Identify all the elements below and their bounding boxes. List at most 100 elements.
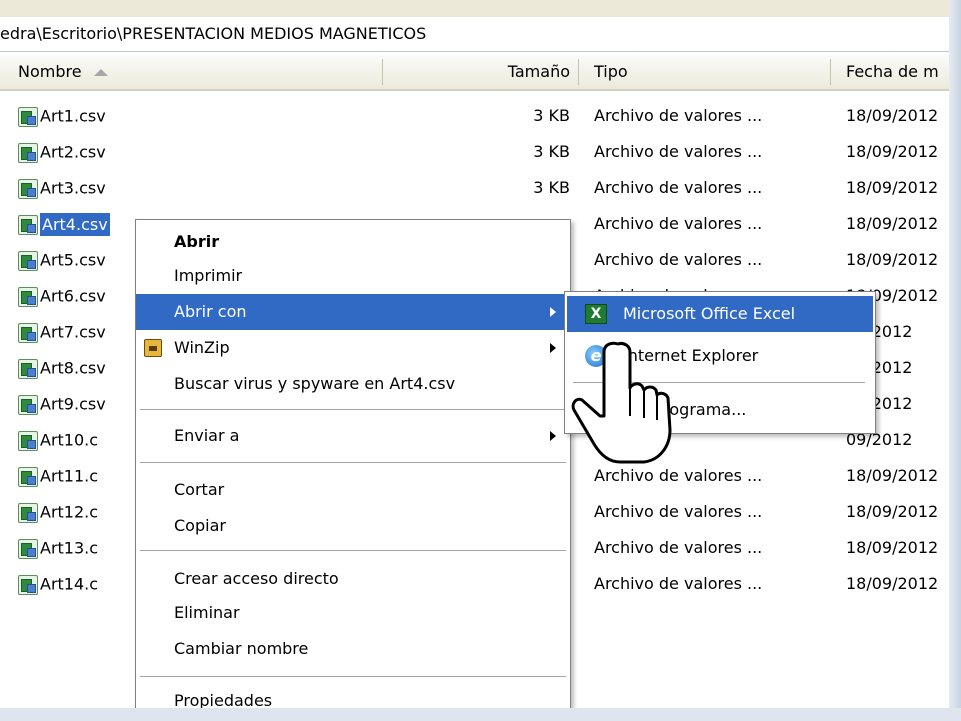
file-date: 18/09/2012 <box>846 214 939 233</box>
column-divider[interactable] <box>382 59 383 85</box>
menu-item-print[interactable]: Imprimir <box>136 258 570 294</box>
csv-file-icon <box>18 178 38 199</box>
menu-item-label: Abrir con <box>174 302 247 321</box>
csv-file-icon <box>18 538 38 559</box>
menu-item-label: Eliminar <box>174 603 240 622</box>
column-divider[interactable] <box>830 59 831 85</box>
file-name: Art10.c <box>40 430 99 450</box>
menu-item-label: Buscar virus y spyware en Art4.csv <box>174 374 456 393</box>
file-type: Archivo de valores ... <box>594 250 763 269</box>
file-name: Art14.c <box>40 574 99 594</box>
menu-item-rename[interactable]: Cambiar nombre <box>136 631 570 667</box>
menu-item-create-shortcut[interactable]: Crear acceso directo <box>136 561 570 597</box>
file-type: Archivo de valores ... <box>594 574 763 593</box>
file-date: 18/09/2012 <box>846 178 939 197</box>
window-edge <box>949 0 961 721</box>
file-type: Archivo de valores ... <box>594 502 763 521</box>
window-top-bar <box>0 0 949 18</box>
file-name: Art3.csv <box>40 178 106 198</box>
submenu-item-label: Microsoft Office Excel <box>623 304 796 323</box>
menu-item-label: Enviar a <box>174 426 240 445</box>
column-header-date[interactable]: Fecha de m <box>846 55 949 89</box>
menu-item-send-to[interactable]: Enviar a <box>136 418 570 454</box>
csv-file-icon <box>18 502 38 523</box>
file-date: 18/09/2012 <box>846 106 939 125</box>
submenu-item-excel[interactable]: X Microsoft Office Excel <box>567 296 873 332</box>
csv-file-icon <box>18 286 38 307</box>
column-type-label: Tipo <box>594 62 628 81</box>
file-name: Art9.csv <box>40 394 106 414</box>
csv-file-icon <box>18 250 38 271</box>
menu-item-label: Crear acceso directo <box>174 569 339 588</box>
menu-separator <box>140 409 566 410</box>
file-name: Art6.csv <box>40 286 106 306</box>
file-date: 18/09/2012 <box>846 466 939 485</box>
csv-file-icon <box>18 466 38 487</box>
address-path: edra\Escritorio\PRESENTACION MEDIOS MAGN… <box>0 24 427 43</box>
csv-file-icon <box>18 430 38 451</box>
file-name: Art4.csv <box>40 212 110 236</box>
submenu-arrow-icon <box>550 307 556 317</box>
hand-pointer-icon <box>571 341 672 464</box>
column-header-type[interactable]: Tipo <box>594 55 824 89</box>
menu-item-open-with[interactable]: Abrir con <box>136 294 570 330</box>
file-name: Art12.c <box>40 502 99 522</box>
column-header-name[interactable]: Nombre <box>18 55 378 89</box>
menu-item-label: Cortar <box>174 480 225 499</box>
file-name: Art11.c <box>40 466 99 486</box>
menu-item-scan-virus[interactable]: Buscar virus y spyware en Art4.csv <box>136 366 570 402</box>
submenu-arrow-icon <box>550 343 556 353</box>
menu-item-open[interactable]: Abrir <box>136 224 570 260</box>
menu-item-label: WinZip <box>174 338 230 357</box>
file-size: 3 KB <box>533 106 570 125</box>
csv-file-icon <box>18 214 38 235</box>
file-row[interactable]: Art3.csv 3 KB Archivo de valores ... 18/09/… <box>0 170 949 206</box>
menu-item-label: Imprimir <box>174 266 243 285</box>
column-date-label: Fecha de m <box>846 62 939 81</box>
menu-separator <box>140 462 566 463</box>
column-size-label: Tamaño <box>507 62 570 81</box>
submenu-arrow-icon <box>550 431 556 441</box>
csv-file-icon <box>18 142 38 163</box>
file-date: 18/09/2012 <box>846 538 939 557</box>
column-divider[interactable] <box>578 59 579 85</box>
csv-file-icon <box>18 574 38 595</box>
file-row[interactable]: Art2.csv 3 KB Archivo de valores ... 18/09/… <box>0 134 949 170</box>
menu-item-winzip[interactable]: WinZip <box>136 330 570 366</box>
column-header-size[interactable]: Tamaño <box>470 55 570 89</box>
menu-item-cut[interactable]: Cortar <box>136 472 570 508</box>
file-type: Archivo de valores ... <box>594 214 763 233</box>
file-type: Archivo de valores ... <box>594 178 763 197</box>
csv-file-icon <box>18 394 38 415</box>
winzip-icon <box>144 339 162 357</box>
menu-item-label: Cambiar nombre <box>174 639 309 658</box>
csv-file-icon <box>18 358 38 379</box>
file-name: Art7.csv <box>40 322 106 342</box>
file-name: Art2.csv <box>40 142 106 162</box>
menu-separator <box>140 676 566 677</box>
file-type: Archivo de valores ... <box>594 106 763 125</box>
csv-file-icon <box>18 106 38 127</box>
file-name: Art5.csv <box>40 250 106 270</box>
file-size: 3 KB <box>533 142 570 161</box>
menu-separator <box>140 550 566 551</box>
csv-file-icon <box>18 322 38 343</box>
file-type: Archivo de valores ... <box>594 538 763 557</box>
address-bar[interactable]: edra\Escritorio\PRESENTACION MEDIOS MAGN… <box>0 17 949 52</box>
window-edge <box>0 708 961 721</box>
column-header: Nombre Tamaño Tipo Fecha de m <box>0 55 949 91</box>
file-row[interactable]: Art1.csv 3 KB Archivo de valores ... 18/09/… <box>0 98 949 134</box>
file-date: 18/09/2012 <box>846 574 939 593</box>
menu-item-delete[interactable]: Eliminar <box>136 595 570 631</box>
file-date: 18/09/2012 <box>846 250 939 269</box>
menu-item-label: Copiar <box>174 516 226 535</box>
menu-item-copy[interactable]: Copiar <box>136 508 570 544</box>
file-date: 18/09/2012 <box>846 502 939 521</box>
file-size: 3 KB <box>533 178 570 197</box>
file-name: Art8.csv <box>40 358 106 378</box>
file-name: Art1.csv <box>40 106 106 126</box>
file-type: Archivo de valores ... <box>594 142 763 161</box>
file-name: Art13.c <box>40 538 99 558</box>
context-menu: Abrir Imprimir Abrir con WinZip Buscar v… <box>135 219 571 721</box>
menu-item-label: Abrir <box>174 232 220 251</box>
